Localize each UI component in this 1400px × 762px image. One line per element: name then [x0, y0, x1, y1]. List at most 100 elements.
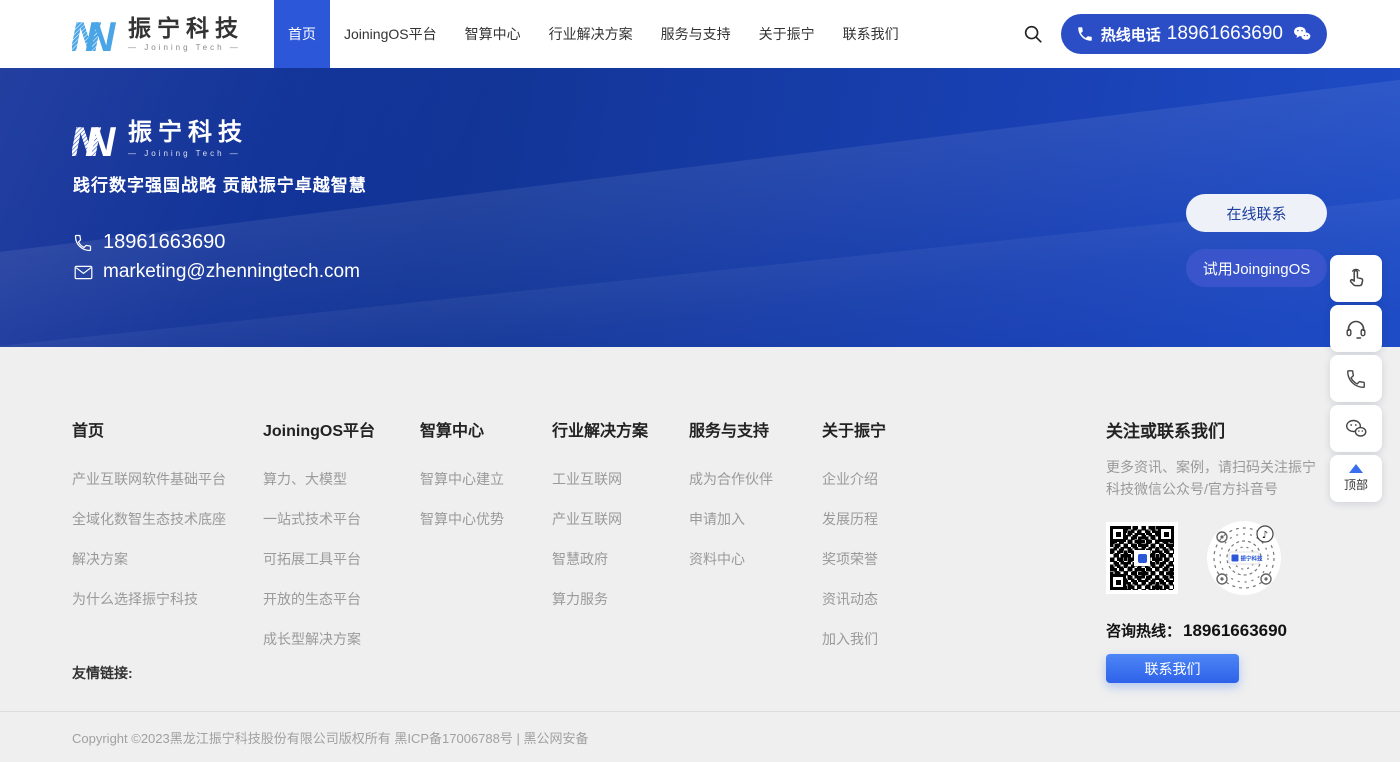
- nav-item-4[interactable]: 服务与支持: [647, 0, 745, 68]
- footer-link[interactable]: 产业互联网: [552, 509, 689, 529]
- hero-email-address[interactable]: marketing@zhenningtech.com: [103, 261, 360, 283]
- footer-contact-block: 关注或联系我们 更多资讯、案例，请扫码关注振宁科技微信公众号/官方抖音号: [1106, 417, 1336, 641]
- svg-text:N: N: [85, 118, 117, 162]
- footer-link[interactable]: 企业介绍: [822, 469, 972, 489]
- wechat-button[interactable]: [1330, 405, 1382, 452]
- hero-brand-name: 振宁科技: [128, 120, 248, 146]
- hero-brand-subtitle: — Joining Tech —: [128, 149, 248, 158]
- footer-link[interactable]: 一站式技术平台: [263, 509, 420, 529]
- nav-item-5[interactable]: 关于振宁: [745, 0, 829, 68]
- footer-column-3: 行业解决方案工业互联网产业互联网智慧政府算力服务: [552, 417, 689, 669]
- hero-logo: N N 振宁科技 — Joining Tech —: [72, 116, 248, 162]
- hotline-label: 热线电话: [1101, 24, 1161, 45]
- envelope-icon: [72, 262, 94, 283]
- hand-click-icon: [1344, 267, 1368, 291]
- copyright-bar: Copyright ©2023黑龙江振宁科技股份有限公司版权所有 黑ICP备17…: [0, 711, 1400, 762]
- nav-item-6[interactable]: 联系我们: [829, 0, 913, 68]
- footer-link[interactable]: 算力服务: [552, 589, 689, 609]
- up-triangle-icon: [1349, 464, 1363, 473]
- footer-column-5: 关于振宁企业介绍发展历程奖项荣誉资讯动态加入我们: [822, 417, 972, 669]
- footer-column-0: 首页产业互联网软件基础平台全域化数智生态技术底座解决方案为什么选择振宁科技: [72, 417, 263, 669]
- hotline-button[interactable]: 热线电话 18961663690: [1061, 14, 1327, 54]
- footer-link[interactable]: 解决方案: [72, 549, 263, 569]
- header: N N 振宁科技 — Joining Tech — 首页JoiningOS平台智…: [0, 0, 1400, 68]
- footer-link[interactable]: 算力、大模型: [263, 469, 420, 489]
- douyin-qr-code: ♪ 振宁科技: [1206, 520, 1282, 596]
- contact-us-button[interactable]: 联系我们: [1106, 654, 1239, 683]
- trial-joiningos-button[interactable]: 试用JoingingOS: [1186, 249, 1327, 287]
- footer-link[interactable]: 资讯动态: [822, 589, 972, 609]
- brand-subtitle: — Joining Tech —: [128, 43, 244, 52]
- phone-outline-icon: [72, 233, 94, 253]
- online-contact-button[interactable]: 在线联系: [1186, 194, 1327, 232]
- hero-email-row: marketing@zhenningtech.com: [72, 261, 360, 283]
- footer-column-2: 智算中心智算中心建立智算中心优势: [420, 417, 552, 669]
- nav-item-2[interactable]: 智算中心: [451, 0, 535, 68]
- footer-column-title[interactable]: 智算中心: [420, 417, 552, 441]
- copyright-text: Copyright ©2023黑龙江振宁科技股份有限公司版权所有 黑ICP备17…: [72, 728, 588, 747]
- nav-item-3[interactable]: 行业解决方案: [535, 0, 647, 68]
- brand-text: 振宁科技 — Joining Tech —: [128, 16, 244, 52]
- search-icon[interactable]: [1022, 23, 1044, 45]
- footer-column-title[interactable]: 服务与支持: [689, 417, 822, 441]
- footer-column-title[interactable]: 行业解决方案: [552, 417, 689, 441]
- hero-tagline: 践行数字强国战略 贡献振宁卓越智慧: [73, 171, 367, 196]
- wechat-icon: [1344, 417, 1368, 441]
- footer-link[interactable]: 智算中心优势: [420, 509, 552, 529]
- contact-title: 关注或联系我们: [1106, 417, 1336, 442]
- footer-link[interactable]: 成长型解决方案: [263, 629, 420, 649]
- svg-text:振宁科技: 振宁科技: [1241, 555, 1264, 563]
- contact-description: 更多资讯、案例，请扫码关注振宁科技微信公众号/官方抖音号: [1106, 456, 1328, 500]
- brand-name: 振宁科技: [128, 16, 244, 41]
- wechat-icon: [1292, 24, 1312, 44]
- footer-link[interactable]: 申请加入: [689, 509, 822, 529]
- footer-column-title[interactable]: 关于振宁: [822, 417, 972, 441]
- hand-click-button[interactable]: [1330, 255, 1382, 302]
- footer-column-title[interactable]: 首页: [72, 417, 263, 441]
- footer-link[interactable]: 为什么选择振宁科技: [72, 589, 263, 609]
- phone-icon: [1345, 368, 1367, 390]
- footer-link[interactable]: 产业互联网软件基础平台: [72, 469, 263, 489]
- nav-item-1[interactable]: JoiningOS平台: [330, 0, 451, 68]
- consult-hotline-label: 咨询热线：: [1106, 623, 1181, 640]
- hotline-number: 18961663690: [1167, 23, 1283, 45]
- brand-logo[interactable]: N N 振宁科技 — Joining Tech —: [72, 11, 244, 57]
- footer-link[interactable]: 发展历程: [822, 509, 972, 529]
- header-right: 热线电话 18961663690: [1022, 14, 1327, 54]
- qr-code-row: ♪ 振宁科技: [1106, 520, 1336, 596]
- footer-link[interactable]: 工业互联网: [552, 469, 689, 489]
- footer-link[interactable]: 全域化数智生态技术底座: [72, 509, 263, 529]
- hero-phone-row: 18961663690: [72, 231, 225, 254]
- footer-link[interactable]: 成为合作伙伴: [689, 469, 822, 489]
- friend-links-label: 友情链接:: [72, 663, 133, 683]
- footer-link[interactable]: 开放的生态平台: [263, 589, 420, 609]
- nav-item-0[interactable]: 首页: [274, 0, 330, 68]
- hero-phone-number[interactable]: 18961663690: [103, 231, 225, 254]
- phone-call-button[interactable]: [1330, 355, 1382, 402]
- footer-column-title[interactable]: JoiningOS平台: [263, 417, 420, 441]
- svg-text:N: N: [85, 13, 117, 57]
- footer-column-4: 服务与支持成为合作伙伴申请加入资料中心: [689, 417, 822, 669]
- wechat-qr-code: [1106, 522, 1178, 594]
- back-to-top-button[interactable]: 顶部: [1330, 455, 1382, 502]
- footer-link[interactable]: 可拓展工具平台: [263, 549, 420, 569]
- consult-hotline-number: 18961663690: [1183, 621, 1287, 640]
- back-to-top-label: 顶部: [1344, 476, 1368, 493]
- hero-banner: N N 振宁科技 — Joining Tech — 践行数字强国战略 贡献振宁卓…: [0, 68, 1400, 347]
- headset-icon: [1344, 317, 1368, 341]
- footer-link[interactable]: 智慧政府: [552, 549, 689, 569]
- footer-column-1: JoiningOS平台算力、大模型一站式技术平台可拓展工具平台开放的生态平台成长…: [263, 417, 420, 669]
- customer-service-button[interactable]: [1330, 305, 1382, 352]
- phone-icon: [1076, 25, 1094, 43]
- logo-n-icon: N N: [72, 11, 118, 57]
- svg-text:♪: ♪: [1262, 530, 1268, 541]
- footer-link[interactable]: 加入我们: [822, 629, 972, 649]
- footer-link[interactable]: 智算中心建立: [420, 469, 552, 489]
- side-toolbar: 顶部: [1330, 255, 1382, 505]
- header-nav: 首页JoiningOS平台智算中心行业解决方案服务与支持关于振宁联系我们: [274, 0, 913, 68]
- hero-logo-n-icon: N N: [72, 116, 118, 162]
- consult-hotline-row: 咨询热线：18961663690: [1106, 620, 1336, 641]
- page: N N 振宁科技 — Joining Tech — 首页JoiningOS平台智…: [0, 0, 1400, 762]
- footer-link[interactable]: 奖项荣誉: [822, 549, 972, 569]
- footer-link[interactable]: 资料中心: [689, 549, 822, 569]
